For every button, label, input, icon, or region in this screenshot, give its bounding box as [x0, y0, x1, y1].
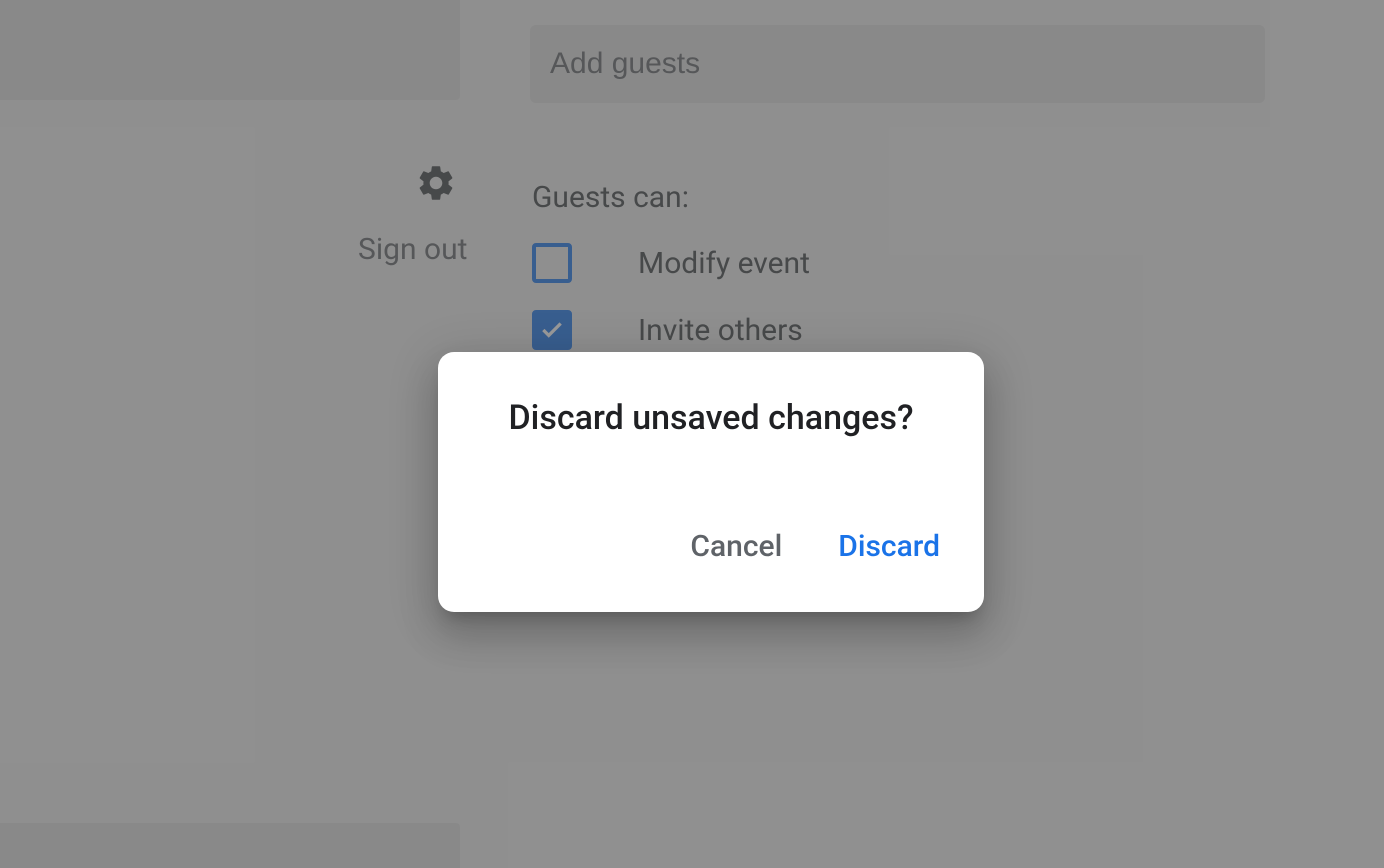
dialog-title: Discard unsaved changes? [438, 398, 984, 438]
discard-button[interactable]: Discard [834, 521, 944, 572]
cancel-button[interactable]: Cancel [686, 521, 786, 572]
dialog-actions: Cancel Discard [686, 521, 944, 572]
discard-changes-dialog: Discard unsaved changes? Cancel Discard [438, 352, 984, 612]
